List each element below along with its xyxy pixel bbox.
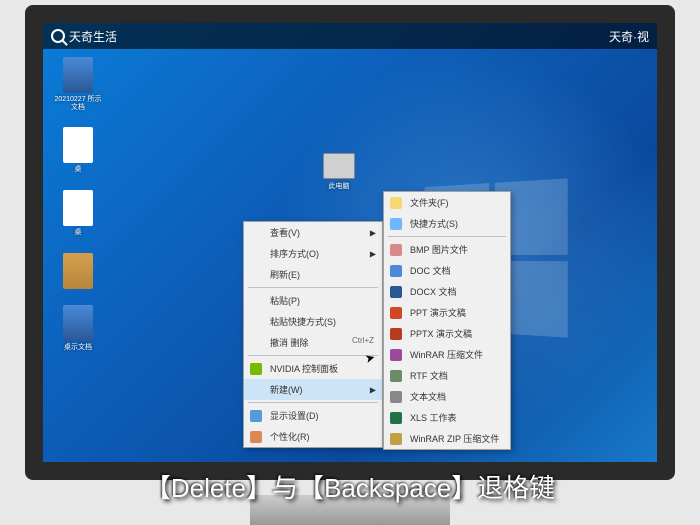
menu-item[interactable]: PPT 演示文稿 — [384, 302, 510, 323]
menu-item-label: XLS 工作表 — [410, 413, 457, 423]
menu-item[interactable]: DOCX 文档 — [384, 281, 510, 302]
menu-separator — [248, 355, 378, 356]
menu-item-label: 个性化(R) — [270, 432, 310, 442]
rtf-icon — [390, 370, 402, 382]
xls-icon — [390, 412, 402, 424]
menu-item[interactable]: 粘贴快捷方式(S) — [244, 311, 382, 332]
menu-item-label: PPT 演示文稿 — [410, 308, 466, 318]
folder-icon — [390, 197, 402, 209]
menu-item[interactable]: 撤消 删除 Ctrl+Z — [244, 332, 382, 353]
shortcut-icon — [390, 218, 402, 230]
brand-right: 天奇·视 — [609, 28, 649, 45]
txt-icon — [390, 391, 402, 403]
menu-item-label: PPTX 演示文稿 — [410, 329, 472, 339]
menu-separator — [248, 287, 378, 288]
menu-item-label: 刷新(E) — [270, 270, 300, 280]
menu-item-label: DOC 文档 — [410, 266, 451, 276]
menu-item[interactable]: NVIDIA 控制面板 — [244, 358, 382, 379]
desktop-context-menu[interactable]: 查看(V) ▶ 排序方式(O) ▶ 刷新(E) 粘贴(P) 粘贴快捷方式(S) 撤消 删除 Ct… — [243, 221, 383, 448]
brand-left: 天奇生活 — [69, 28, 117, 45]
new-submenu[interactable]: 文件夹(F) 快捷方式(S) BMP 图片文件 DOC 文档 DOCX 文档 PPT 演示… — [383, 191, 511, 450]
menu-item[interactable]: 粘贴(P) — [244, 290, 382, 311]
ppt-icon — [390, 307, 402, 319]
menu-item[interactable]: 查看(V) ▶ — [244, 222, 382, 243]
menu-item[interactable]: DOC 文档 — [384, 260, 510, 281]
menu-item[interactable]: RTF 文档 — [384, 365, 510, 386]
menu-item-label: 文件夹(F) — [410, 198, 449, 208]
menu-separator — [388, 236, 506, 237]
menu-item-label: 粘贴快捷方式(S) — [270, 317, 336, 327]
submenu-arrow-icon: ▶ — [370, 228, 376, 237]
menu-item-label: 显示设置(D) — [270, 411, 319, 421]
menu-item-label: NVIDIA 控制面板 — [270, 364, 338, 374]
menu-item-label: 粘贴(P) — [270, 296, 300, 306]
this-pc-icon[interactable]: 此电脑 — [323, 153, 355, 191]
menu-item[interactable]: 文本文档 — [384, 386, 510, 407]
menu-item[interactable]: 个性化(R) — [244, 426, 382, 447]
nvidia-icon — [250, 363, 262, 375]
video-subtitle: 【Delete】与【Backspace】退格键 — [0, 468, 700, 505]
menu-item[interactable]: 快捷方式(S) — [384, 213, 510, 234]
menu-item-label: WinRAR ZIP 压缩文件 — [410, 434, 499, 444]
desktop-icon[interactable]: 20210227 所示文档 — [51, 57, 105, 111]
docx-icon — [390, 286, 402, 298]
menu-item-label: BMP 图片文件 — [410, 245, 468, 255]
menu-item-label: WinRAR 压缩文件 — [410, 350, 483, 360]
menu-item[interactable]: 刷新(E) — [244, 264, 382, 285]
video-overlay-bar: 天奇生活 天奇·视 — [43, 23, 657, 49]
menu-item-label: DOCX 文档 — [410, 287, 457, 297]
menu-item-label: 撤消 删除 — [270, 338, 309, 348]
pptx-icon — [390, 328, 402, 340]
monitor-frame: 天奇生活 天奇·视 20210227 所示文档 桌 桌 — [25, 5, 675, 480]
menu-separator — [248, 402, 378, 403]
menu-item-label: 新建(W) — [270, 385, 303, 395]
menu-item[interactable]: 新建(W) ▶ — [244, 379, 382, 400]
display-icon — [250, 410, 262, 422]
computer-icon — [323, 153, 355, 179]
personalize-icon — [250, 431, 262, 443]
menu-item-label: RTF 文档 — [410, 371, 448, 381]
magnify-icon — [51, 29, 65, 43]
rar-icon — [390, 349, 402, 361]
menu-item[interactable]: 文件夹(F) — [384, 192, 510, 213]
menu-item[interactable]: BMP 图片文件 — [384, 239, 510, 260]
zip-icon — [390, 433, 402, 445]
desktop-icon[interactable]: 桌 — [51, 127, 105, 174]
desktop-icons-column: 20210227 所示文档 桌 桌 桌示文档 — [51, 57, 111, 367]
menu-item-label: 快捷方式(S) — [410, 219, 458, 229]
menu-item[interactable]: WinRAR 压缩文件 — [384, 344, 510, 365]
menu-item[interactable]: PPTX 演示文稿 — [384, 323, 510, 344]
menu-item-label: 查看(V) — [270, 228, 300, 238]
menu-item-label: 排序方式(O) — [270, 249, 319, 259]
submenu-arrow-icon: ▶ — [370, 249, 376, 258]
bmp-icon — [390, 244, 402, 256]
desktop-icon[interactable] — [51, 253, 105, 289]
doc-icon — [390, 265, 402, 277]
menu-shortcut: Ctrl+Z — [352, 336, 374, 345]
desktop-icon[interactable]: 桌 — [51, 190, 105, 237]
menu-item[interactable]: WinRAR ZIP 压缩文件 — [384, 428, 510, 449]
submenu-arrow-icon: ▶ — [370, 385, 376, 394]
menu-item[interactable]: 显示设置(D) — [244, 405, 382, 426]
desktop-icon[interactable]: 桌示文档 — [51, 305, 105, 352]
menu-item-label: 文本文档 — [410, 392, 446, 402]
menu-item[interactable]: 排序方式(O) ▶ — [244, 243, 382, 264]
desktop-screen[interactable]: 天奇生活 天奇·视 20210227 所示文档 桌 桌 — [43, 23, 657, 462]
menu-item[interactable]: XLS 工作表 — [384, 407, 510, 428]
